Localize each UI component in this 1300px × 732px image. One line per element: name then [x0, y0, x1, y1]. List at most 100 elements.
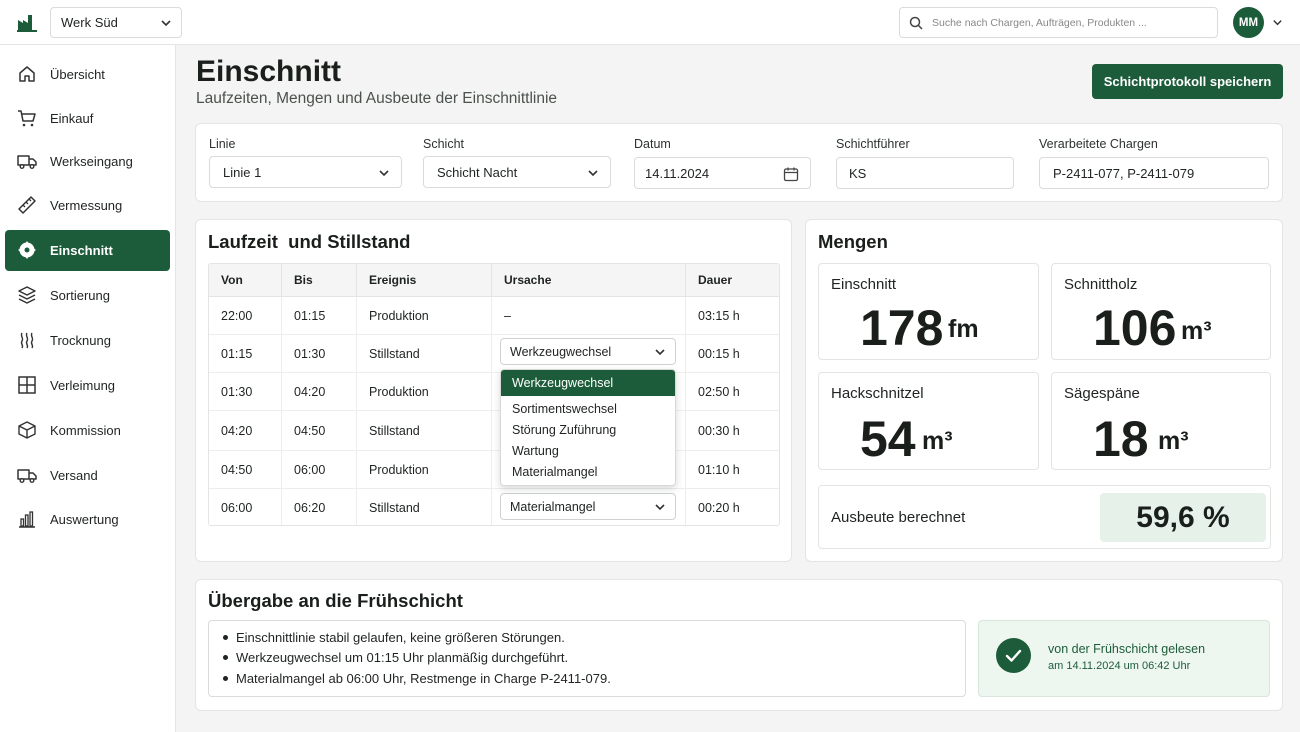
- table-cell-event: Stillstand: [357, 411, 492, 451]
- dropdown-option[interactable]: Sortimentswechsel: [501, 398, 675, 419]
- dropdown-option[interactable]: Störung Zuführung: [501, 419, 675, 440]
- yield-label: Ausbeute berechnet: [831, 509, 966, 526]
- batches-label: Verarbeitete Chargen: [1039, 137, 1158, 151]
- col-header-dauer: Dauer: [686, 264, 779, 297]
- sidebar-item-label: Kommission: [50, 423, 121, 438]
- sidebar-item-kommission[interactable]: Kommission: [5, 410, 170, 451]
- tile-label: Sägespäne: [1064, 385, 1140, 402]
- sidebar-item-einschnitt[interactable]: Einschnitt: [5, 230, 170, 271]
- heat-icon: [20, 332, 34, 349]
- sidebar-item-werkseingang[interactable]: Werkseingang: [5, 141, 170, 182]
- plant-select[interactable]: Werk Süd: [50, 7, 182, 38]
- chevron-down-icon: [655, 504, 665, 511]
- cause-select[interactable]: Werkzeugwechsel: [500, 338, 676, 365]
- date-field[interactable]: 14.11.2024: [634, 157, 811, 189]
- sidebar-item-auswertung[interactable]: Auswertung: [5, 499, 170, 540]
- tile-unit: m³: [1181, 317, 1212, 345]
- shift-lead-field[interactable]: KS: [836, 157, 1014, 189]
- note-item: Einschnittlinie stabil gelaufen, keine g…: [223, 630, 565, 645]
- table-cell-event: Stillstand: [357, 489, 492, 525]
- sidebar-item-einkauf[interactable]: Einkauf: [5, 98, 170, 139]
- table-cell-to: 06:00: [282, 451, 357, 489]
- top-bar: Werk Süd Suche nach Chargen, Aufträgen, …: [0, 0, 1300, 45]
- col-header-ereignis: Ereignis: [357, 264, 492, 297]
- chevron-down-icon: [379, 170, 389, 177]
- batches-field[interactable]: P-2411-077, P-2411-079: [1039, 157, 1269, 189]
- table-cell-to: 01:30: [282, 335, 357, 373]
- dropdown-option[interactable]: Materialmangel: [501, 461, 675, 482]
- table-cell-from: 22:00: [209, 297, 282, 335]
- saw-blade-icon: [18, 241, 36, 259]
- calendar-icon[interactable]: [783, 166, 799, 182]
- table-cell-event: Stillstand: [357, 335, 492, 373]
- sidebar-item-label: Einschnitt: [50, 243, 113, 258]
- search-input[interactable]: Suche nach Chargen, Aufträgen, Produkten…: [899, 7, 1218, 38]
- dropdown-option[interactable]: Werkzeugwechsel: [501, 370, 675, 396]
- col-header-von: Von: [209, 264, 282, 297]
- sidebar-item-label: Übersicht: [50, 67, 105, 82]
- date-label: Datum: [634, 137, 671, 151]
- yield-value: 59,6 %: [1100, 493, 1266, 542]
- runtime-table: Von Bis Ereignis Ursache Dauer 22:00 01:…: [208, 263, 780, 526]
- tile-unit: fm: [948, 315, 979, 343]
- cart-icon: [18, 110, 36, 127]
- chevron-down-icon: [655, 349, 665, 356]
- page-subtitle: Laufzeiten, Mengen und Ausbeute der Eins…: [196, 90, 558, 107]
- quantity-tile-schnittholz: Schnittholz 106 m³: [1051, 263, 1271, 360]
- read-confirmation: von der Frühschicht gelesen am 14.11.202…: [978, 620, 1270, 697]
- tile-value: 178: [860, 300, 944, 356]
- page-title: Einschnitt: [196, 55, 342, 88]
- tile-value: 106: [1093, 300, 1177, 356]
- search-icon: [909, 16, 923, 30]
- sidebar-item-versand[interactable]: Versand: [5, 455, 170, 496]
- quantities-title: Mengen: [818, 231, 888, 252]
- handover-notes[interactable]: Einschnittlinie stabil gelaufen, keine g…: [208, 620, 966, 697]
- tile-unit: m³: [922, 427, 953, 455]
- table-cell-from: 06:00: [209, 489, 282, 525]
- sidebar-item-trocknung[interactable]: Trocknung: [5, 320, 170, 361]
- sidebar-item-vermessung[interactable]: Vermessung: [5, 185, 170, 226]
- sidebar-item-label: Trocknung: [50, 333, 111, 348]
- dropdown-option[interactable]: Wartung: [501, 440, 675, 461]
- tile-value: 18: [1093, 411, 1149, 467]
- sidebar-item-uebersicht[interactable]: Übersicht: [5, 54, 170, 95]
- table-cell-to: 04:20: [282, 373, 357, 411]
- sidebar-item-label: Versand: [50, 468, 98, 483]
- shift-label: Schicht: [423, 137, 464, 151]
- sidebar: Übersicht Einkauf Werkseingang Vermessun…: [0, 45, 176, 732]
- avatar[interactable]: MM: [1233, 7, 1264, 38]
- table-cell-duration: 03:15 h: [686, 297, 779, 335]
- bar-chart-icon: [19, 511, 35, 528]
- search-placeholder: Suche nach Chargen, Aufträgen, Produkten…: [932, 16, 1147, 29]
- layers-icon: [18, 286, 36, 304]
- save-shift-log-button[interactable]: Schichtprotokoll speichern: [1092, 64, 1283, 99]
- tile-label: Schnittholz: [1064, 276, 1138, 293]
- grid-icon: [18, 376, 36, 394]
- table-cell-from: 04:20: [209, 411, 282, 451]
- chevron-down-icon[interactable]: [1272, 17, 1283, 28]
- shift-select[interactable]: Schicht Nacht: [423, 156, 611, 188]
- runtime-title: Laufzeit und Stillstand: [208, 231, 411, 252]
- sidebar-item-sortierung[interactable]: Sortierung: [5, 275, 170, 316]
- tile-label: Hackschnitzel: [831, 385, 924, 402]
- box-icon: [18, 421, 36, 439]
- table-cell-to: 06:20: [282, 489, 357, 525]
- date-value: 14.11.2024: [645, 165, 710, 181]
- factory-logo-icon[interactable]: [17, 12, 37, 32]
- delivery-truck-icon: [17, 469, 37, 483]
- cause-select[interactable]: Materialmangel: [500, 493, 676, 520]
- quantity-tile-einschnitt: Einschnitt 178 fm: [818, 263, 1039, 360]
- line-select[interactable]: Linie 1: [209, 156, 402, 188]
- home-icon: [19, 66, 35, 82]
- shift-lead-label: Schichtführer: [836, 137, 910, 151]
- table-cell-to: 04:50: [282, 411, 357, 451]
- table-cell-from: 04:50: [209, 451, 282, 489]
- tile-label: Einschnitt: [831, 276, 897, 293]
- sidebar-item-label: Einkauf: [50, 111, 94, 126]
- sidebar-item-label: Auswertung: [50, 512, 119, 527]
- sidebar-item-verleimung[interactable]: Verleimung: [5, 365, 170, 406]
- handover-title: Übergabe an die Frühschicht: [208, 590, 463, 611]
- table-cell-cause: –: [492, 297, 686, 335]
- shift-select-value: Schicht Nacht: [437, 164, 518, 180]
- table-cell-from: 01:15: [209, 335, 282, 373]
